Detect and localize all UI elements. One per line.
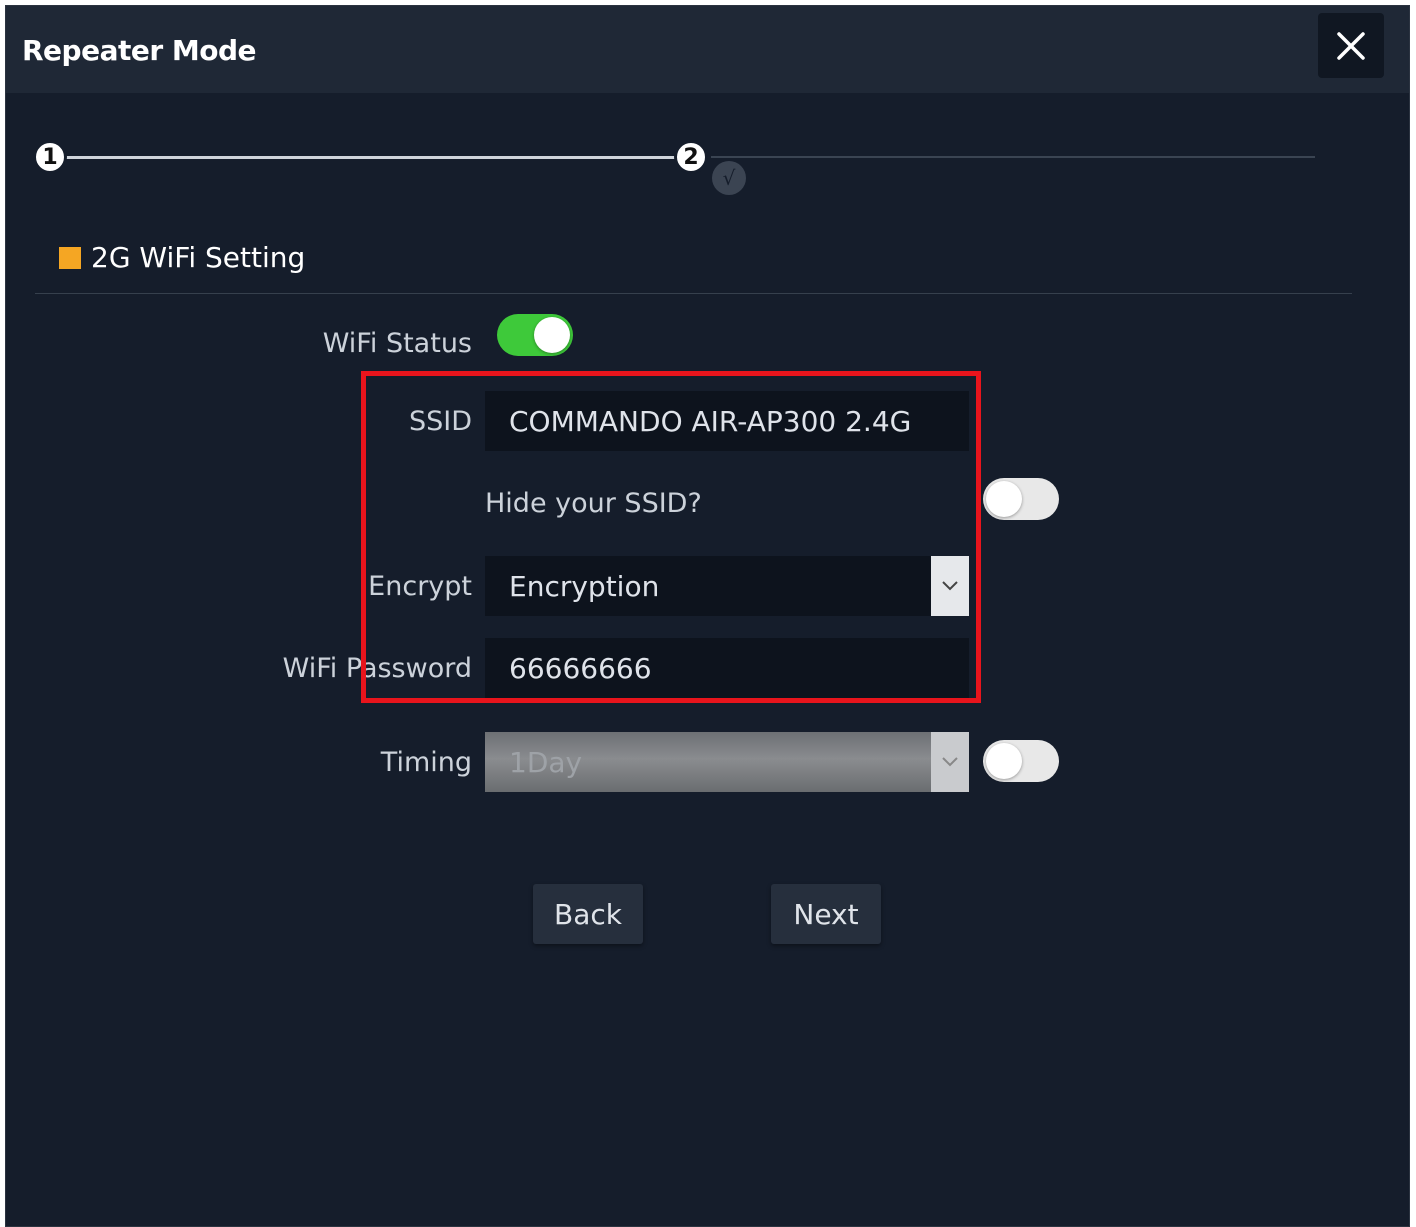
section-title: 2G WiFi Setting (91, 241, 306, 274)
next-button[interactable]: Next (771, 884, 881, 944)
title-bar: Repeater Mode (6, 6, 1409, 93)
section-marker (59, 246, 81, 269)
step-3-check-icon: √ (712, 161, 746, 195)
close-icon (1337, 31, 1365, 60)
encrypt-select[interactable]: Encryption (485, 556, 969, 616)
close-button[interactable] (1318, 13, 1384, 78)
hide-ssid-label: Hide your SSID? (485, 488, 702, 519)
wifi-status-label: WiFi Status (322, 328, 472, 359)
step-progress-line (53, 156, 693, 159)
back-button[interactable]: Back (533, 884, 643, 944)
repeater-mode-dialog: Repeater Mode 1 2 √ 2G WiFi Setting WiFi… (5, 5, 1410, 1227)
hide-ssid-toggle[interactable] (983, 478, 1059, 520)
encrypt-value: Encryption (509, 569, 660, 603)
toggle-knob (986, 743, 1022, 779)
timing-select: 1Day (485, 732, 969, 792)
section-header: 2G WiFi Setting (59, 241, 305, 274)
encrypt-label: Encrypt (368, 571, 472, 602)
timing-label: Timing (380, 747, 472, 778)
dialog-title: Repeater Mode (22, 34, 257, 67)
step-1-indicator: 1 (33, 140, 67, 174)
wifi-status-toggle[interactable] (497, 314, 573, 356)
section-divider (35, 293, 1352, 294)
chevron-down-icon (931, 732, 969, 792)
step-remaining-line (711, 156, 1315, 158)
timing-toggle[interactable] (983, 740, 1059, 782)
ssid-input[interactable]: COMMANDO AIR-AP300 2.4G (485, 391, 969, 451)
wifi-password-value: 66666666 (509, 651, 652, 685)
chevron-down-icon[interactable] (931, 556, 969, 616)
toggle-knob (986, 481, 1022, 517)
timing-value: 1Day (509, 745, 583, 779)
wifi-password-input[interactable]: 66666666 (485, 638, 969, 698)
wifi-password-label: WiFi Password (282, 653, 472, 684)
toggle-knob (534, 317, 570, 353)
step-2-indicator: 2 (674, 140, 708, 174)
ssid-value: COMMANDO AIR-AP300 2.4G (509, 404, 912, 438)
ssid-label: SSID (408, 406, 472, 437)
